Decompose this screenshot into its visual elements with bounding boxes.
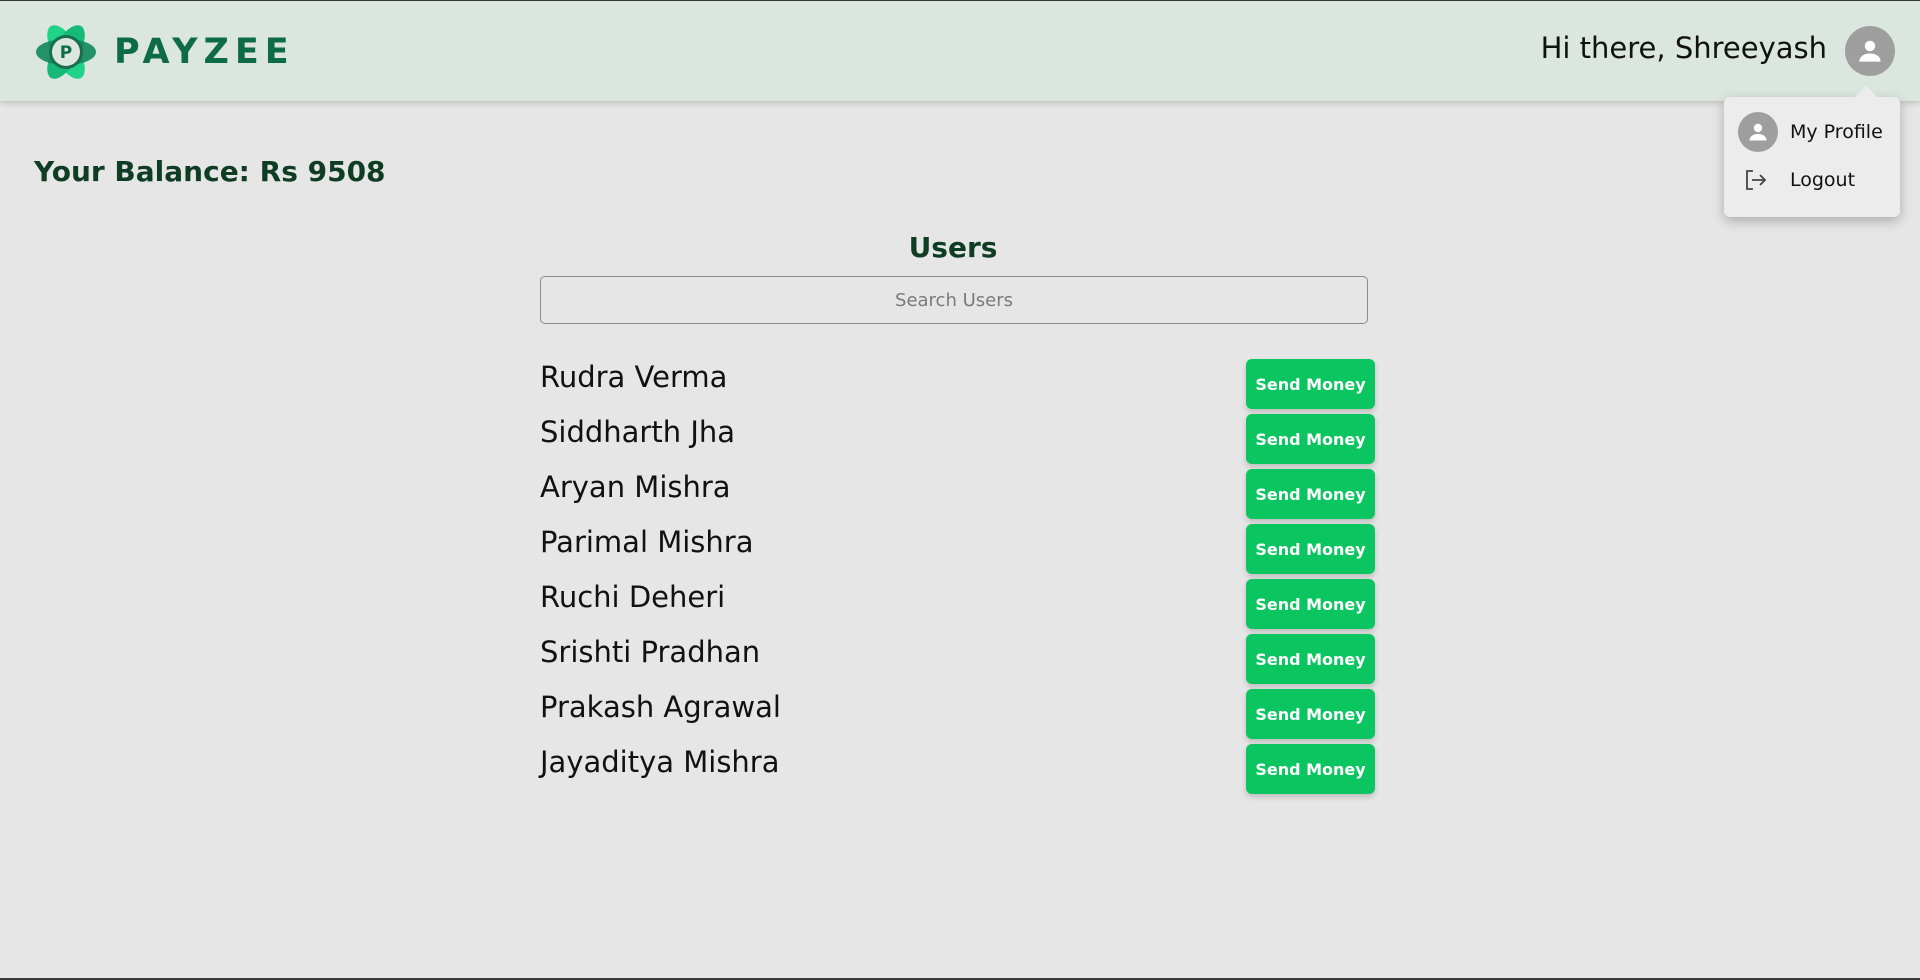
top-navbar: P PAYZEE Hi there, Shreeyash — [0, 1, 1920, 101]
menu-item-label: My Profile — [1790, 121, 1883, 143]
list-item: Aryan Mishra Send Money — [540, 468, 1375, 523]
user-name: Parimal Mishra — [540, 525, 754, 559]
user-name: Prakash Agrawal — [540, 690, 781, 724]
send-money-button[interactable]: Send Money — [1246, 469, 1375, 519]
brand-name: PAYZEE — [114, 32, 295, 72]
user-greeting: Hi there, Shreeyash — [1540, 31, 1827, 65]
user-name: Jayaditya Mishra — [540, 745, 780, 779]
send-money-button[interactable]: Send Money — [1246, 359, 1375, 409]
send-money-button[interactable]: Send Money — [1246, 634, 1375, 684]
send-money-button[interactable]: Send Money — [1246, 414, 1375, 464]
user-name: Siddharth Jha — [540, 415, 736, 449]
users-heading: Users — [908, 231, 998, 264]
list-item: Siddharth Jha Send Money — [540, 413, 1375, 468]
send-money-button[interactable]: Send Money — [1246, 744, 1375, 794]
app-window: P PAYZEE Hi there, Shreeyash My Profile — [0, 0, 1920, 980]
search-users-input[interactable] — [540, 276, 1368, 324]
list-item: Ruchi Deheri Send Money — [540, 578, 1375, 633]
menu-item-label: Logout — [1790, 169, 1856, 191]
balance-display: Your Balance: Rs 9508 — [34, 155, 386, 188]
user-list: Rudra Verma Send Money Siddharth Jha Sen… — [540, 358, 1375, 798]
list-item: Rudra Verma Send Money — [540, 358, 1375, 413]
send-money-button[interactable]: Send Money — [1246, 524, 1375, 574]
user-name: Aryan Mishra — [540, 470, 731, 504]
list-item: Prakash Agrawal Send Money — [540, 688, 1375, 743]
profile-avatar-button[interactable] — [1845, 26, 1895, 76]
brand-logo[interactable]: P PAYZEE — [30, 14, 295, 90]
logo-letter: P — [60, 43, 72, 63]
menu-item-logout[interactable]: Logout — [1724, 156, 1900, 204]
menu-item-my-profile[interactable]: My Profile — [1724, 108, 1900, 156]
user-name: Rudra Verma — [540, 360, 728, 394]
profile-dropdown-menu: My Profile Logout — [1724, 97, 1900, 217]
payzee-logo-icon: P — [36, 25, 96, 79]
list-item: Jayaditya Mishra Send Money — [540, 743, 1375, 798]
user-avatar-icon — [1738, 112, 1778, 152]
send-money-button[interactable]: Send Money — [1246, 689, 1375, 739]
user-name: Srishti Pradhan — [540, 635, 761, 669]
logout-icon — [1738, 168, 1778, 192]
user-name: Ruchi Deheri — [540, 580, 726, 614]
send-money-button[interactable]: Send Money — [1246, 579, 1375, 629]
user-avatar-icon — [1859, 40, 1881, 62]
list-item: Parimal Mishra Send Money — [540, 523, 1375, 578]
list-item: Srishti Pradhan Send Money — [540, 633, 1375, 688]
